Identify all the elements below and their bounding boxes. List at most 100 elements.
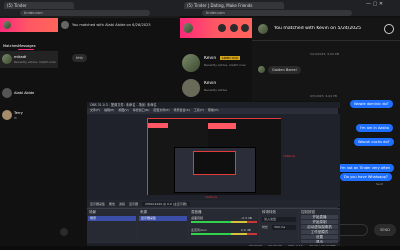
start-recording-button[interactable]: 开始录制 <box>301 220 338 224</box>
display-select[interactable]: 2560x1440 @ 0,0 (主显示器) <box>142 201 191 206</box>
taskbar <box>0 246 400 250</box>
send-button[interactable]: SEND <box>374 224 396 236</box>
sender-avatar <box>258 66 265 73</box>
obs-preview-area: 1920 px 1080 px <box>87 114 340 200</box>
menu-view[interactable]: 视图(V) <box>118 108 128 113</box>
virtual-camera-button[interactable]: 启动虚拟摄像机 <box>301 225 338 229</box>
canvas-height-label: 1080 px <box>283 154 296 158</box>
transition-select[interactable]: 淡入淡出 <box>262 217 296 222</box>
conversation-name: Alabi Abide <box>14 91 35 95</box>
nested-header-right <box>208 123 236 129</box>
conversation-snippet: Hi <box>14 116 18 120</box>
properties-button[interactable]: 属性 <box>109 202 115 206</box>
message-bubble-out: Wowie dominic do? <box>350 100 393 108</box>
left-tab[interactable]: (5) Tinder <box>4 2 74 9</box>
dock-title: 场景 <box>89 210 96 214</box>
conversation-item[interactable]: Kevin Recently active <box>180 78 252 98</box>
conversation-snippet: Recently active <box>204 88 228 92</box>
menu-file[interactable]: 文件(F) <box>90 108 100 113</box>
close-icon[interactable] <box>384 24 394 34</box>
conversation-name: Terry <box>14 111 23 115</box>
source-name: 显示器采集 <box>90 201 106 206</box>
nested-preview <box>193 151 236 175</box>
left-address-bar[interactable]: tinder.com <box>20 10 150 16</box>
avatar <box>2 88 12 98</box>
liked-badge: LIKED YOU <box>220 56 240 60</box>
chat-timestamp: 5/24/2025, 9:00 PM <box>310 52 340 56</box>
window-controls[interactable]: — ▢ ✕ <box>366 1 383 7</box>
sources-dock: 来源 显示器采集 <box>138 208 188 242</box>
profile-avatar[interactable] <box>183 23 193 33</box>
scenes-dock: 场景 场景 <box>87 208 137 242</box>
header-divider <box>252 40 400 41</box>
source-item[interactable]: 显示器采集 <box>139 216 187 221</box>
dock-title: 混音器 <box>191 210 202 214</box>
conversation-snippet: Recently active, match now <box>204 63 246 67</box>
chat-header-avatar <box>258 24 268 34</box>
source-toolbar: 显示器采集 属性 滤镜 显示器 2560x1440 @ 0,0 (主显示器) <box>87 200 340 207</box>
messages-tab-underline <box>18 49 34 50</box>
transitions-dock: 转场特效 淡入淡出 时长 300 ms <box>260 208 298 242</box>
mixer-dock: 混音器 桌面音频 -2.3 dB 麦克风/Aux 0.0 dB <box>189 208 259 242</box>
menu-edit[interactable]: 编辑(E) <box>104 108 114 113</box>
message-bubble-out: Do you have Whatsapp? <box>340 173 392 181</box>
menu-help[interactable]: 帮助(H) <box>208 108 219 113</box>
mixer-track-name: 桌面音频 <box>191 216 204 220</box>
nested-header-left <box>148 123 168 128</box>
left-sidebar: Matches Messages mikadf Recently active,… <box>0 18 58 250</box>
message-bubble: hhh <box>72 54 87 62</box>
studio-mode-button[interactable]: 工作室模式 <box>301 230 338 234</box>
start-streaming-button[interactable]: 开始直播 <box>301 215 338 219</box>
conversation-item[interactable]: mikadf Recently active, match now <box>0 51 58 68</box>
dock-title: 转场特效 <box>262 210 276 214</box>
profile-avatar[interactable] <box>3 21 11 29</box>
preview-capture[interactable] <box>147 118 281 195</box>
avatar <box>2 110 12 120</box>
menu-docks[interactable]: 停靠窗口(D) <box>133 108 150 113</box>
avatar <box>2 54 12 64</box>
settings-button[interactable]: 设置 <box>301 235 338 239</box>
match-notice: You matched with Alabi Abide on 6/26/202… <box>72 23 151 27</box>
display-label: 显示器 <box>129 201 139 206</box>
sidebar-tab-matches[interactable]: Matches <box>3 44 18 48</box>
input-circle-icon[interactable] <box>60 228 68 236</box>
chat-timestamp: 6/5/2025, 9:00 PM <box>310 94 338 98</box>
conversation-item[interactable]: Alabi Abide <box>0 86 58 100</box>
conversation-name: mikadf <box>14 55 27 59</box>
mixer-track-db: -2.3 dB <box>241 216 252 220</box>
message-bubble-out: Waouh ouchs do? <box>354 138 394 146</box>
conversation-item[interactable]: Kevin LIKED YOU Recently active, match n… <box>180 52 252 76</box>
conversation-item[interactable]: Terry Hi <box>0 108 58 122</box>
left-sidebar-header <box>0 18 58 32</box>
message-bubble-in: Golden Barrel <box>268 66 301 74</box>
controls-dock: 控制按钮 开始直播 开始录制 启动虚拟摄像机 工作室模式 设置 退出 <box>299 208 340 243</box>
star-icon[interactable] <box>241 24 249 32</box>
sidebar-tab-messages[interactable]: Messages <box>18 44 36 48</box>
conversation-name: Kevin <box>204 81 217 86</box>
shield-icon[interactable] <box>230 24 238 32</box>
mixer-track-name: 麦克风/Aux <box>191 228 207 232</box>
message-bubble-out: I'm not an Tinder very often <box>336 164 395 172</box>
briefcase-icon[interactable] <box>218 24 226 32</box>
obs-window: OBS 31.0.3 - 配置文件: 未命名 - 场景: 未命名 文件(F) 编… <box>86 101 340 249</box>
chat-header-notice: You matched with Kevin on 5/24/2025 <box>274 26 362 31</box>
sent-status: Sent <box>376 182 383 186</box>
menu-scene-collection[interactable]: 场景集合(S) <box>174 108 190 113</box>
avatar <box>182 54 200 72</box>
mixer-track-db: 0.0 dB <box>241 228 251 232</box>
message-bubble-out: I'm am in Aasha <box>356 124 393 132</box>
dock-title: 来源 <box>140 210 147 214</box>
duration-label: 时长 <box>262 225 269 229</box>
duration-input[interactable]: 300 ms <box>272 225 296 230</box>
volume-meter <box>191 221 257 223</box>
conversation-name: Kevin <box>204 56 217 61</box>
menu-tools[interactable]: 工具(T) <box>194 108 204 113</box>
menu-profile[interactable]: 配置文件(P) <box>153 108 169 113</box>
scene-item[interactable]: 场景 <box>88 216 136 221</box>
right-address-bar[interactable]: tinder.com <box>202 10 352 16</box>
avatar <box>182 79 200 97</box>
canvas-width-label: 1920 px <box>205 195 218 199</box>
filters-button[interactable]: 滤镜 <box>119 202 125 206</box>
right-tab[interactable]: (5) Tinder | Dating, Make Friends <box>184 2 284 9</box>
volume-meter <box>191 233 257 235</box>
